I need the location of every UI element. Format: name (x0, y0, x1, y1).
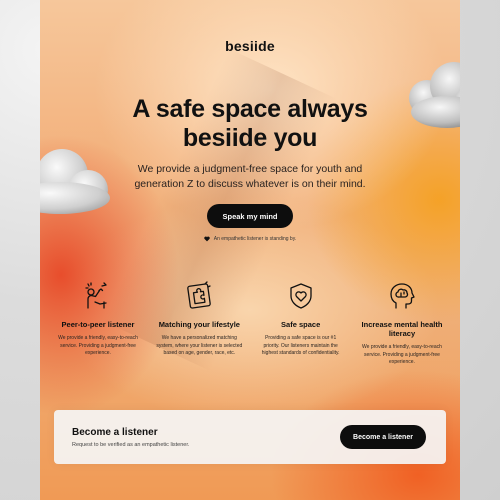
feature-title: Increase mental health literacy (361, 320, 443, 338)
feature-mental-health-literacy: Increase mental health literacy We provi… (354, 280, 450, 367)
hero-title: A safe space always besiide you (40, 95, 460, 153)
hero-title-line1: A safe space always (132, 95, 368, 123)
become-listener-card: Become a listener Request to be verified… (54, 410, 446, 464)
hero-subtitle: We provide a judgment-free space for you… (134, 163, 366, 190)
feature-matching-lifestyle: Matching your lifestyle We have a person… (151, 280, 247, 367)
feature-description: Providing a safe space is our #1 priorit… (261, 335, 340, 356)
peer-listener-icon (85, 282, 107, 309)
speak-my-mind-button[interactable]: Speak my mind (207, 204, 293, 228)
listener-status-text: An empathetic listener is standing by. (213, 236, 297, 242)
hero-title-line2: besiide you (182, 124, 318, 152)
puzzle-matching-icon (187, 281, 212, 309)
brand-logo[interactable]: besiide (40, 38, 460, 54)
landing-page: besiide A safe space always besiide you … (40, 0, 460, 500)
feature-title: Safe space (281, 320, 321, 329)
shield-heart-icon (290, 283, 312, 309)
head-brain-icon (390, 283, 415, 309)
feature-safe-space: Safe space Providing a safe space is our… (253, 280, 349, 367)
listener-status: An empathetic listener is standing by. (40, 236, 460, 242)
feature-description: We provide a friendly, easy-to-reach ser… (362, 344, 442, 365)
features-row: Peer-to-peer listener We provide a frien… (50, 280, 450, 367)
feature-title: Peer-to-peer listener (61, 320, 135, 329)
heart-icon (204, 236, 210, 242)
feature-description: We provide a friendly, easy-to-reach ser… (58, 335, 138, 356)
become-listener-description: Request to be verified as an empathetic … (72, 442, 190, 448)
feature-description: We have a personalized matching system, … (156, 335, 243, 356)
feature-title: Matching your lifestyle (158, 320, 240, 329)
become-listener-title: Become a listener (72, 427, 158, 438)
become-listener-button[interactable]: Become a listener (340, 425, 426, 449)
feature-peer-listener: Peer-to-peer listener We provide a frien… (50, 280, 146, 367)
